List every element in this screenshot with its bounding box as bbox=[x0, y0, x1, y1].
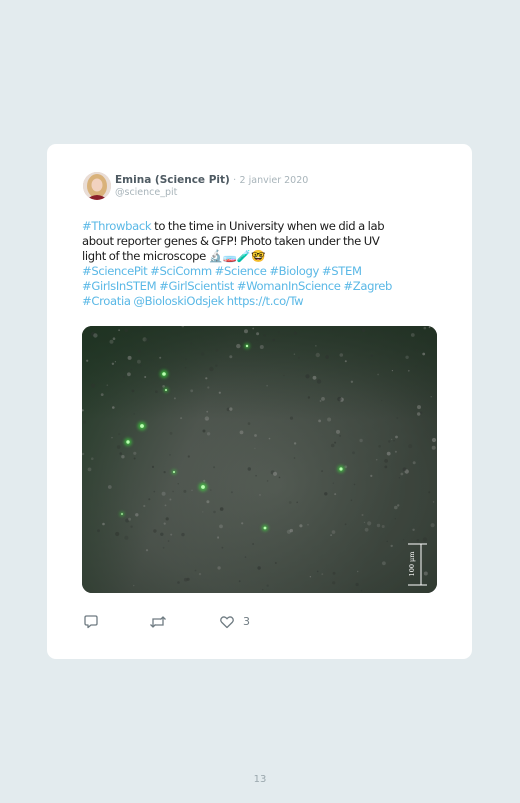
hashtag-link[interactable]: #GirlsInSTEM #GirlScientist #WomanInScie… bbox=[82, 279, 392, 293]
tweet-text-line: #Croatia @BioloskiOdsjek https://t.co/Tw bbox=[82, 294, 442, 309]
fluorescent-cell bbox=[198, 482, 208, 492]
tweet-text-line: #Throwback to the time in University whe… bbox=[82, 219, 442, 234]
fluorescent-cell bbox=[261, 524, 269, 532]
tweet-date[interactable]: 2 janvier 2020 bbox=[240, 175, 309, 186]
tweet-text-segment: to the time in University when we did a … bbox=[151, 219, 385, 233]
tweet-text-line: #GirlsInSTEM #GirlScientist #WomanInScie… bbox=[82, 279, 442, 294]
avatar[interactable] bbox=[83, 172, 111, 200]
tweet-media[interactable]: 100 μm bbox=[82, 326, 437, 593]
fluorescent-cell bbox=[120, 512, 124, 516]
tweet-card: Emina (Science Pit) · 2 janvier 2020 @sc… bbox=[47, 144, 472, 659]
separator: · bbox=[233, 175, 237, 186]
author-line: Emina (Science Pit) · 2 janvier 2020 bbox=[115, 174, 308, 186]
fluorescent-cell bbox=[124, 438, 132, 446]
tweet-text-line: #SciencePit #SciComm #Science #Biology #… bbox=[82, 264, 442, 279]
reply-icon[interactable] bbox=[83, 614, 99, 630]
microscope-image: 100 μm bbox=[82, 326, 437, 593]
fluorescent-cell bbox=[244, 343, 250, 349]
hashtag-link[interactable]: #Throwback bbox=[82, 219, 152, 233]
tweet-text-line: light of the microscope 🔬🧫🧪🤓 bbox=[82, 249, 442, 264]
tweet-text-segment: about reporter genes & GFP! Photo taken … bbox=[82, 234, 380, 248]
fluorescent-cell bbox=[337, 465, 345, 473]
fluorescent-cell bbox=[163, 387, 169, 393]
fluorescent-cell bbox=[171, 469, 177, 475]
tweet-text-line: about reporter genes & GFP! Photo taken … bbox=[82, 234, 442, 249]
page-number: 13 bbox=[253, 774, 267, 785]
retweet-icon[interactable] bbox=[149, 614, 167, 630]
tweet-text: #Throwback to the time in University whe… bbox=[82, 219, 442, 309]
heart-icon[interactable] bbox=[219, 614, 235, 630]
author-handle[interactable]: @science_pit bbox=[115, 187, 177, 198]
author-name[interactable]: Emina (Science Pit) bbox=[115, 174, 230, 186]
fluorescent-cell bbox=[160, 370, 168, 378]
hashtag-link[interactable]: #SciencePit #SciComm #Science #Biology #… bbox=[82, 264, 362, 278]
fluorescent-cell bbox=[137, 421, 147, 431]
tweet-actions: 3 bbox=[83, 614, 283, 632]
tweet-text-segment: light of the microscope 🔬🧫🧪🤓 bbox=[82, 249, 266, 263]
scale-bar-label: 100 μm bbox=[408, 552, 416, 577]
hashtag-link[interactable]: #Croatia @BioloskiOdsjek https://t.co/Tw bbox=[82, 294, 304, 308]
like-count: 3 bbox=[243, 615, 250, 628]
